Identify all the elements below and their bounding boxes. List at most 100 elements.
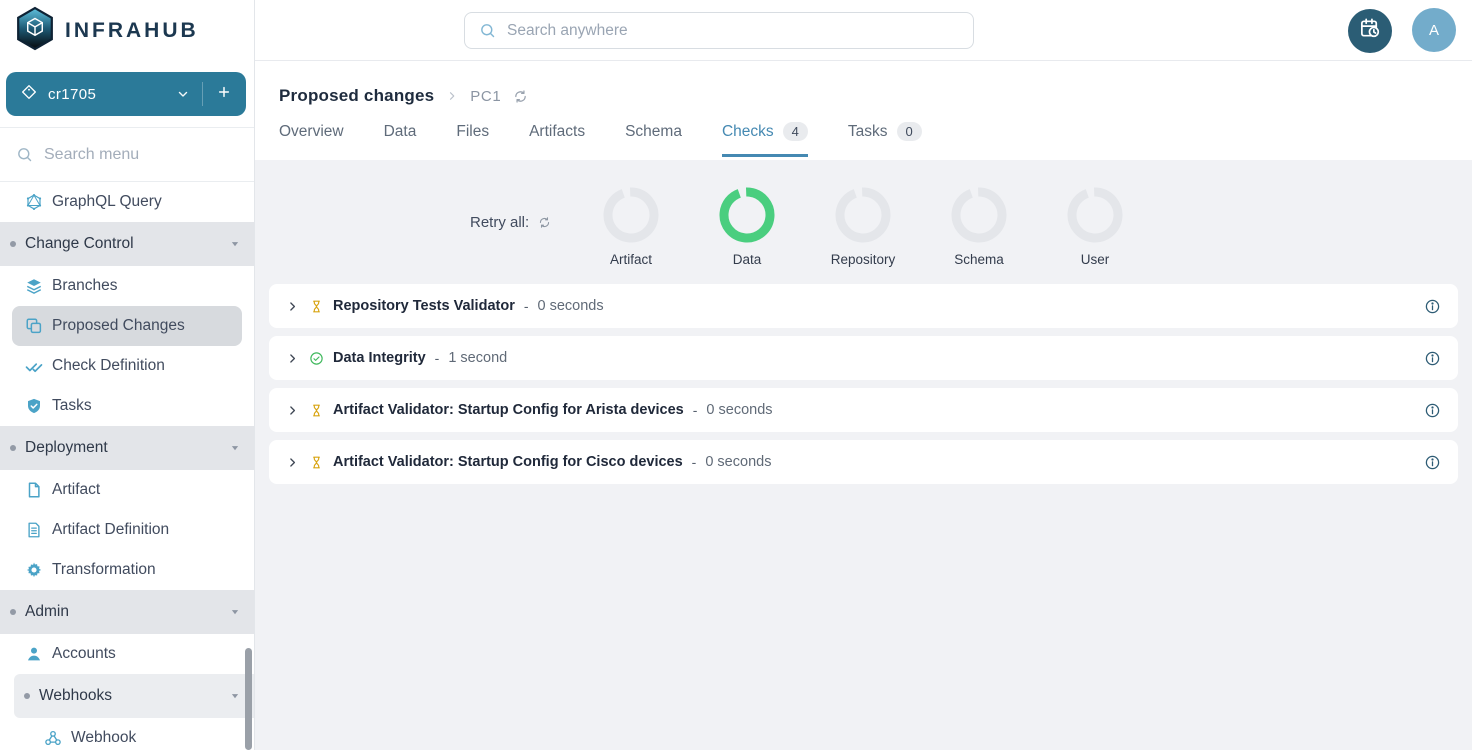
sidebar-item-branches[interactable]: Branches xyxy=(0,266,254,306)
proposed-changes-icon xyxy=(25,317,43,335)
page-head: Proposed changes PC1 Overview Data Files… xyxy=(255,61,1472,157)
sidebar-item-tasks[interactable]: Tasks xyxy=(0,386,254,426)
validator-artifact: Artifact xyxy=(573,187,689,267)
info-icon[interactable] xyxy=(1424,298,1441,315)
divider xyxy=(202,82,203,106)
avatar[interactable]: A xyxy=(1412,8,1456,52)
infrahub-app: INFRAHUB cr1705 GraphQL Query Change Con… xyxy=(0,0,1472,750)
tab-overview[interactable]: Overview xyxy=(279,122,344,157)
accounts-icon xyxy=(25,645,43,663)
check-row-artifact-validator-startup-config-for-arista-devices[interactable]: Artifact Validator: Startup Config for A… xyxy=(269,388,1458,432)
triangle-down-icon xyxy=(230,443,240,453)
transformation-icon xyxy=(25,561,43,579)
artifact-definition-icon xyxy=(25,521,43,539)
retry-all-label: Retry all: xyxy=(470,214,529,231)
validator-data: Data xyxy=(689,187,805,267)
sidebar-section-deployment[interactable]: Deployment xyxy=(0,426,254,470)
logo-row[interactable]: INFRAHUB xyxy=(0,0,254,62)
breadcrumb-current: PC1 xyxy=(470,88,501,105)
progress-ring xyxy=(835,187,891,248)
check-row-artifact-validator-startup-config-for-cisco-devices[interactable]: Artifact Validator: Startup Config for C… xyxy=(269,440,1458,484)
triangle-down-icon xyxy=(230,691,240,701)
schedule-button[interactable] xyxy=(1348,9,1392,53)
info-icon[interactable] xyxy=(1424,402,1441,419)
sidebar-search-input[interactable] xyxy=(44,146,251,164)
tab-schema[interactable]: Schema xyxy=(625,122,682,157)
sidebar-search[interactable] xyxy=(0,127,254,182)
tab-checks[interactable]: Checks 4 xyxy=(722,122,808,157)
refresh-icon[interactable] xyxy=(538,216,551,229)
sidebar: INFRAHUB cr1705 GraphQL Query Change Con… xyxy=(0,0,255,750)
checks-area: Retry all: Artifact Data Repository Sche… xyxy=(255,160,1472,750)
retry-row: Retry all: Artifact Data Repository Sche… xyxy=(255,160,1472,284)
progress-ring xyxy=(951,187,1007,248)
check-definition-icon xyxy=(25,357,43,375)
tab-tasks[interactable]: Tasks 0 xyxy=(848,122,922,157)
triangle-down-icon xyxy=(230,607,240,617)
tab-data[interactable]: Data xyxy=(384,122,417,157)
sidebar-item-transformation[interactable]: Transformation xyxy=(0,550,254,590)
tabs: Overview Data Files Artifacts Schema Che… xyxy=(279,122,1472,157)
hourglass-icon xyxy=(309,455,324,470)
branch-icon xyxy=(21,84,37,105)
artifact-icon xyxy=(25,481,43,499)
sidebar-item-check-definition[interactable]: Check Definition xyxy=(0,346,254,386)
validator-repository: Repository xyxy=(805,187,921,267)
sidebar-item-accounts[interactable]: Accounts xyxy=(0,634,254,674)
sidebar-item-proposed-changes[interactable]: Proposed Changes xyxy=(12,306,242,346)
tab-badge: 0 xyxy=(897,122,922,141)
check-row-data-integrity[interactable]: Data Integrity - 1 second xyxy=(269,336,1458,380)
add-branch-button[interactable] xyxy=(212,82,236,106)
bullet-icon xyxy=(10,241,16,247)
info-icon[interactable] xyxy=(1424,454,1441,471)
main-content: Proposed changes PC1 Overview Data Files… xyxy=(255,61,1472,750)
sidebar-item-webhook[interactable]: Webhook xyxy=(0,718,254,750)
chevron-right-icon[interactable] xyxy=(286,352,299,365)
plus-icon xyxy=(216,84,232,105)
sidebar-scrollbar[interactable] xyxy=(245,648,252,750)
progress-ring xyxy=(719,187,775,248)
page-title: Proposed changes xyxy=(279,86,434,106)
hourglass-icon xyxy=(309,299,324,314)
tasks-icon xyxy=(25,397,43,415)
bullet-icon xyxy=(10,445,16,451)
sidebar-section-webhooks[interactable]: Webhooks xyxy=(14,674,254,718)
calendar-clock-icon xyxy=(1359,17,1382,45)
branch-name: cr1705 xyxy=(48,86,96,103)
info-icon[interactable] xyxy=(1424,350,1441,367)
search-icon xyxy=(479,22,496,39)
check-list: Repository Tests Validator - 0 seconds D… xyxy=(255,284,1472,484)
webhook-icon xyxy=(44,729,62,747)
sidebar-section-admin[interactable]: Admin xyxy=(0,590,254,634)
chevron-down-icon[interactable] xyxy=(176,87,190,101)
breadcrumb: Proposed changes PC1 xyxy=(279,86,1472,106)
chevron-right-icon[interactable] xyxy=(286,456,299,469)
sidebar-item-graphql-query[interactable]: GraphQL Query xyxy=(0,182,254,222)
topbar: A xyxy=(255,0,1472,61)
progress-ring xyxy=(603,187,659,248)
chevron-right-icon[interactable] xyxy=(286,300,299,313)
infrahub-logo-icon xyxy=(15,6,55,56)
tab-files[interactable]: Files xyxy=(456,122,489,157)
validator-schema: Schema xyxy=(921,187,1037,267)
global-search[interactable] xyxy=(464,12,974,49)
validator-user: User xyxy=(1037,187,1153,267)
branch-selector[interactable]: cr1705 xyxy=(6,72,246,116)
progress-ring xyxy=(1067,187,1123,248)
sidebar-item-artifact[interactable]: Artifact xyxy=(0,470,254,510)
refresh-icon[interactable] xyxy=(513,89,528,104)
chevron-right-icon[interactable] xyxy=(286,404,299,417)
sidebar-section-change-control[interactable]: Change Control xyxy=(0,222,254,266)
sidebar-nav: GraphQL Query Change Control Branches Pr… xyxy=(0,182,254,750)
bullet-icon xyxy=(10,609,16,615)
hourglass-icon xyxy=(309,403,324,418)
search-icon xyxy=(16,146,33,163)
tab-badge: 4 xyxy=(783,122,808,141)
sidebar-item-artifact-definition[interactable]: Artifact Definition xyxy=(0,510,254,550)
global-search-input[interactable] xyxy=(507,22,959,40)
check-row-repository-tests-validator[interactable]: Repository Tests Validator - 0 seconds xyxy=(269,284,1458,328)
validator-summary: Artifact Data Repository Schema User xyxy=(573,187,1153,267)
tab-artifacts[interactable]: Artifacts xyxy=(529,122,585,157)
retry-all: Retry all: xyxy=(470,214,551,231)
check-circle-icon xyxy=(309,351,324,366)
